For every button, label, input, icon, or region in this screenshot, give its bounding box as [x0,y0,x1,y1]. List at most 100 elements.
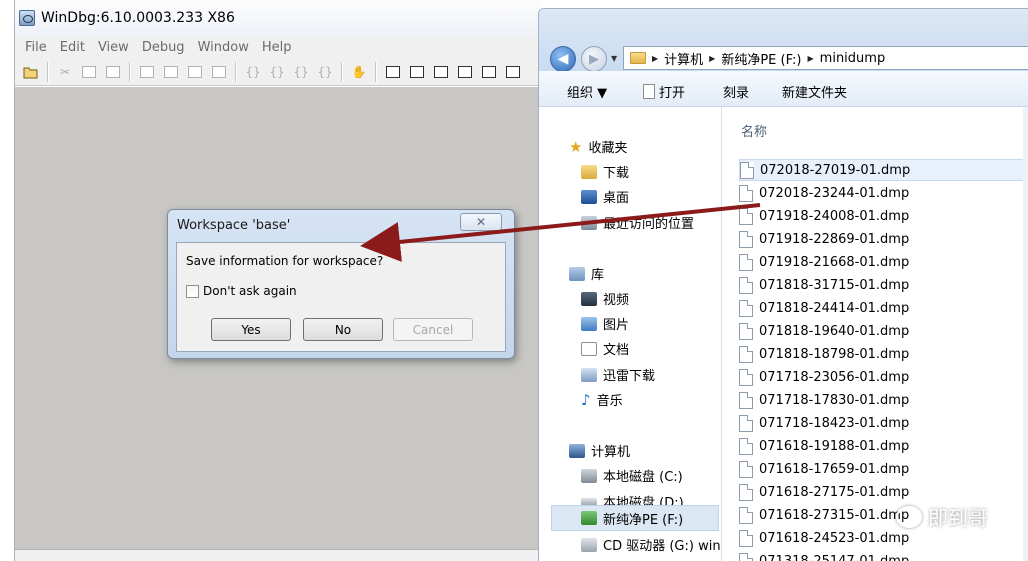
forward-arrow-icon: ▶ [589,51,599,67]
screenshot-root: WinDbg:6.10.0003.233 X86 File Edit View … [0,0,1028,561]
sidebar-item-downloads[interactable]: 下载 [581,162,629,181]
step-into-icon[interactable]: {} [243,62,263,82]
menu-file[interactable]: File [25,40,47,55]
sidebar-item-music[interactable]: ♪ 音乐 [581,390,623,410]
sidebar-item-label: 最近访问的位置 [603,217,695,232]
dont-ask-again-option[interactable]: Don't ask again [186,284,297,298]
file-name: 071318-25147-01.dmp [759,553,910,561]
sidebar-item-label: CD 驱动器 (G:) win [603,539,721,554]
copy-icon[interactable] [79,62,99,82]
column-header-name[interactable]: 名称 [741,121,767,140]
address-bar[interactable]: ▶ 计算机 ▶ 新纯净PE (F:) ▶ minidump [623,46,1028,70]
dont-ask-again-checkbox[interactable] [186,284,199,298]
burn-button[interactable]: 刻录 [723,82,749,101]
stop-debugging-icon[interactable] [185,62,205,82]
file-row[interactable]: 071818-31715-01.dmp [739,274,1028,296]
organize-button[interactable]: 组织 ▼ [567,82,607,101]
restart-icon[interactable] [161,62,181,82]
breadcrumb-separator-icon[interactable]: ▶ [652,54,658,63]
watermark: 即到哥 [896,502,988,531]
computer-icon [569,443,585,458]
menu-edit[interactable]: Edit [60,40,85,55]
menu-window[interactable]: Window [198,40,249,55]
sidebar-item-thunder-downloads[interactable]: 迅雷下载 [581,365,655,384]
file-row[interactable]: 071718-17830-01.dmp [739,389,1028,411]
watch-window-icon[interactable] [407,62,427,82]
wechat-icon [896,505,922,528]
file-name: 071918-21668-01.dmp [759,254,910,270]
menu-help[interactable]: Help [262,40,292,55]
new-folder-button[interactable]: 新建文件夹 [782,82,847,101]
command-window-icon[interactable] [383,62,403,82]
sidebar-item-recent[interactable]: 最近访问的位置 [581,213,694,232]
go-icon[interactable] [137,62,157,82]
sidebar-item-label: 下载 [603,166,630,181]
paste-icon[interactable] [103,62,123,82]
step-out-icon[interactable]: {} [291,62,311,82]
open-folder-icon[interactable] [21,62,41,82]
open-label: 打开 [659,86,686,101]
menu-debug[interactable]: Debug [142,40,185,55]
history-dropdown-icon[interactable]: ▼ [611,54,617,63]
sidebar-item-desktop[interactable]: 桌面 [581,187,629,206]
sidebar-item-library[interactable]: 库 [569,264,604,283]
close-button[interactable]: ✕ [460,213,502,231]
breadcrumb-folder[interactable]: minidump [820,51,886,66]
file-row[interactable]: 071618-27175-01.dmp [739,481,1028,503]
break-icon[interactable] [209,62,229,82]
menu-view[interactable]: View [98,40,129,55]
file-icon [739,552,753,561]
file-row[interactable]: 071618-17659-01.dmp [739,458,1028,480]
file-row[interactable]: 071318-25147-01.dmp [739,550,1028,561]
file-icon [739,437,753,455]
file-row[interactable]: 071918-24008-01.dmp [739,205,1028,227]
forward-button[interactable]: ▶ [581,46,607,72]
sidebar-item-drive-c[interactable]: 本地磁盘 (C:) [581,466,683,485]
star-icon: ★ [569,137,583,156]
file-row[interactable]: 071818-19640-01.dmp [739,320,1028,342]
cancel-button[interactable]: Cancel [393,318,473,341]
sidebar-item-computer[interactable]: 计算机 [569,441,630,460]
sidebar-item-videos[interactable]: 视频 [581,289,629,308]
cd-drive-icon [581,537,597,552]
no-button[interactable]: No [303,318,383,341]
breadcrumb-drive[interactable]: 新纯净PE (F:) [721,49,801,68]
cut-icon[interactable]: ✂ [55,62,75,82]
breadcrumb-separator-icon[interactable]: ▶ [808,54,814,63]
file-name: 071618-24523-01.dmp [759,530,910,546]
sidebar-item-documents[interactable]: 文档 [581,339,629,358]
run-to-cursor-icon[interactable]: {} [315,62,335,82]
file-row[interactable]: 072018-23244-01.dmp [739,182,1028,204]
vertical-scrollbar[interactable] [1023,107,1028,561]
file-row[interactable]: 072018-27019-01.dmp [739,159,1028,181]
sidebar-item-pictures[interactable]: 图片 [581,314,629,333]
locals-window-icon[interactable] [431,62,451,82]
hand-icon[interactable]: ✋ [349,62,369,82]
step-over-icon[interactable]: {} [267,62,287,82]
toolbar-separator [375,61,377,82]
file-icon [739,276,753,294]
file-row[interactable]: 071718-18423-01.dmp [739,412,1028,434]
registers-window-icon[interactable] [455,62,475,82]
file-row[interactable]: 071918-21668-01.dmp [739,251,1028,273]
call-stack-icon[interactable] [503,62,523,82]
file-row[interactable]: 071818-18798-01.dmp [739,343,1028,365]
sidebar-item-drive-f[interactable]: 新纯净PE (F:) [551,505,719,531]
file-icon [739,529,753,547]
sidebar-item-favorites[interactable]: ★ 收藏夹 [569,137,627,157]
file-name: 071918-24008-01.dmp [759,208,910,224]
back-button[interactable]: ◀ [550,46,576,72]
file-row[interactable]: 071618-19188-01.dmp [739,435,1028,457]
thunder-download-icon [581,367,597,382]
file-row[interactable]: 071718-23056-01.dmp [739,366,1028,388]
yes-button[interactable]: Yes [211,318,291,341]
open-button[interactable]: 打开 [643,82,685,101]
memory-window-icon[interactable] [479,62,499,82]
sidebar-item-label: 库 [591,268,605,283]
file-row[interactable]: 071818-24414-01.dmp [739,297,1028,319]
sidebar-item-drive-g[interactable]: CD 驱动器 (G:) win [581,535,722,554]
breadcrumb-computer[interactable]: 计算机 [664,49,703,68]
windbg-window: WinDbg:6.10.0003.233 X86 File Edit View … [14,0,541,561]
breadcrumb-separator-icon[interactable]: ▶ [709,54,715,63]
file-row[interactable]: 071918-22869-01.dmp [739,228,1028,250]
